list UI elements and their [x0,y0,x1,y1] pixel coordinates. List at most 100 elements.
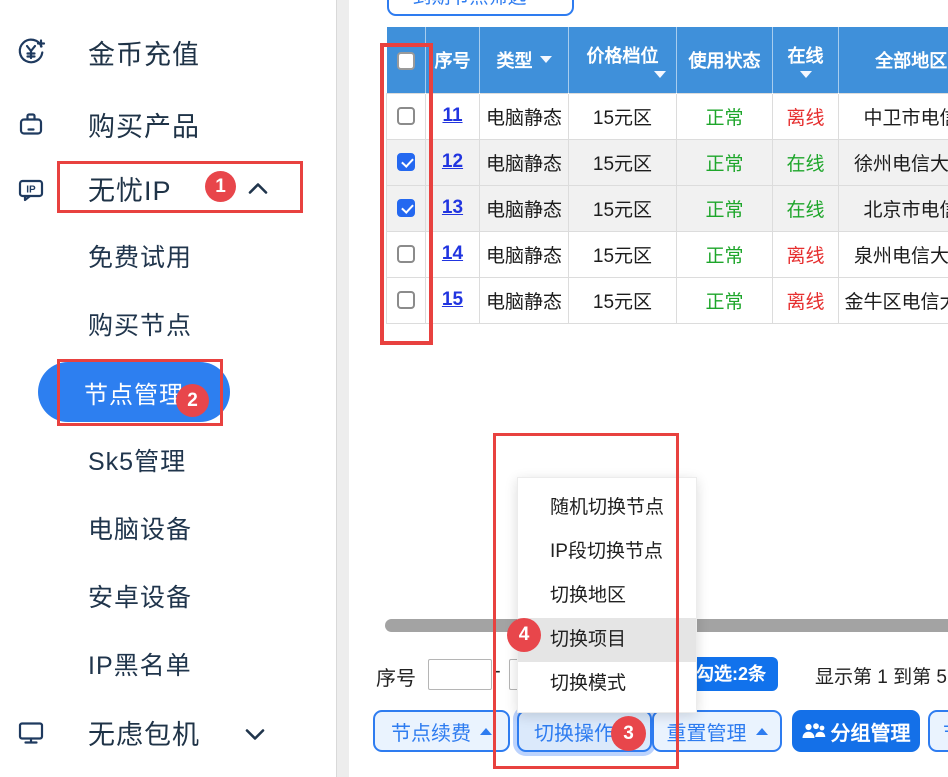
col-header-type[interactable]: 类型 [480,27,569,93]
annotation-badge-3: 3 [611,716,646,751]
expiring-node-filter-label: 到期节点筛选 [412,0,526,9]
menu-item-ip-range-switch[interactable]: IP段切换节点 [518,530,696,574]
node-id-link[interactable]: 12 [442,151,463,172]
app-window: 金币充值 购买产品 IP 无忧IP 免费试用 购买节点 [0,0,948,777]
sidebar-item-label: 无虑包机 [88,713,200,752]
group-management-button[interactable]: 分组管理 [792,710,920,752]
col-header-region[interactable]: 全部地区 [839,27,948,93]
col-header-online[interactable]: 在线 [773,27,839,93]
sidebar-item-pc-devices[interactable]: 电脑设备 [0,503,336,553]
sidebar-item-label: IP黑名单 [88,646,192,682]
sidebar-item-free-trial[interactable]: 免费试用 [0,231,336,281]
type-cell: 电脑静态 [480,231,569,277]
select-all-checkbox[interactable] [397,52,415,70]
table-row: 15 电脑静态 15元区 正常 离线 金牛区电信大厦 [387,277,948,323]
row-checkbox[interactable] [397,107,415,125]
monitor-icon [16,717,46,747]
sidebar-edge-strip [336,0,349,777]
sidebar-item-label: 金币充值 [88,33,200,72]
menu-item-switch-project[interactable]: 切换项目 [518,618,696,662]
annotation-badge-2: 2 [176,384,209,417]
caret-up-icon [756,728,768,735]
caret-up-icon [480,728,492,735]
status-cell: 正常 [677,231,773,277]
online-cell: 在线 [773,139,839,185]
sidebar-item-recharge[interactable]: 金币充值 [0,24,336,80]
price-cell: 15元区 [569,231,677,277]
sidebar-item-buy-nodes[interactable]: 购买节点 [0,299,336,349]
node-table: 序号 类型 价格档位 使用状态 在线 全部地区 11 电脑静态 15元区 正常 … [386,27,948,324]
svg-text:IP: IP [26,185,36,196]
row-checkbox[interactable] [397,199,415,217]
online-cell: 在线 [773,185,839,231]
expiring-node-filter-button[interactable]: 到期节点筛选 [387,0,574,16]
region-cell: 泉州电信大厦 [839,231,948,277]
price-cell: 15元区 [569,185,677,231]
table-row: 14 电脑静态 15元区 正常 离线 泉州电信大厦 [387,231,948,277]
serial-range-label: 序号 [376,662,416,691]
select-all-cell [387,27,426,93]
status-cell: 正常 [677,185,773,231]
sidebar-item-label: Sk5管理 [88,442,186,478]
sidebar-item-label: 无忧IP [88,169,172,208]
type-cell: 电脑静态 [480,185,569,231]
sidebar-item-sk5[interactable]: Sk5管理 [0,435,336,485]
annotation-badge-4: 4 [507,618,541,652]
sidebar: 金币充值 购买产品 IP 无忧IP 免费试用 购买节点 [0,0,336,777]
sidebar-item-label: 购买产品 [88,105,200,144]
chevron-down-icon [245,728,265,741]
ip-tag-icon: IP [16,173,46,203]
col-header-status: 使用状态 [677,27,773,93]
sidebar-item-ip-blacklist[interactable]: IP黑名单 [0,639,336,689]
menu-item-random-switch[interactable]: 随机切换节点 [518,486,696,530]
col-header-serial: 序号 [426,27,480,93]
annotation-badge-1: 1 [205,171,236,202]
table-row: 13 电脑静态 15元区 正常 在线 北京市电信 [387,185,948,231]
node-id-link[interactable]: 14 [442,243,463,264]
sort-caret-icon [654,71,666,78]
sidebar-item-label: 免费试用 [88,238,192,274]
row-checkbox[interactable] [397,153,415,171]
partial-clipped-button[interactable]: 节点 [928,710,948,752]
pagination-text: 显示第 1 到第 5 [815,662,947,689]
node-id-link[interactable]: 15 [442,289,463,310]
serial-range-start-input[interactable] [428,659,492,690]
type-cell: 电脑静态 [480,139,569,185]
sidebar-item-android-devices[interactable]: 安卓设备 [0,571,336,621]
people-group-icon [802,722,826,740]
sidebar-item-label: 购买节点 [88,306,192,342]
chevron-up-icon [248,182,268,195]
type-cell: 电脑静态 [480,277,569,323]
coin-recharge-icon [16,37,46,67]
online-cell: 离线 [773,93,839,139]
price-cell: 15元区 [569,139,677,185]
briefcase-icon [16,109,46,139]
sidebar-item-worryfree-ip[interactable]: IP 无忧IP [0,160,336,216]
table-row: 12 电脑静态 15元区 正常 在线 徐州电信大厦 [387,139,948,185]
region-cell: 中卫市电信 [839,93,948,139]
status-cell: 正常 [677,277,773,323]
price-cell: 15元区 [569,277,677,323]
region-cell: 金牛区电信大厦 [839,277,948,323]
node-id-link[interactable]: 13 [442,197,463,218]
type-cell: 电脑静态 [480,93,569,139]
menu-item-switch-mode[interactable]: 切换模式 [518,662,696,706]
row-checkbox[interactable] [397,245,415,263]
menu-item-switch-region[interactable]: 切换地区 [518,574,696,618]
col-header-price[interactable]: 价格档位 [569,27,677,93]
sidebar-item-charter[interactable]: 无虑包机 [0,704,336,760]
online-cell: 离线 [773,231,839,277]
table-header-row: 序号 类型 价格档位 使用状态 在线 全部地区 [387,27,948,93]
node-id-link[interactable]: 11 [442,105,462,126]
sort-caret-icon [540,56,552,63]
reset-management-button[interactable]: 重置管理 [652,710,782,752]
node-renew-button[interactable]: 节点续费 [373,710,510,752]
price-cell: 15元区 [569,93,677,139]
region-cell: 北京市电信 [839,185,948,231]
row-checkbox[interactable] [397,291,415,309]
sidebar-item-buy-products[interactable]: 购买产品 [0,96,336,152]
online-cell: 离线 [773,277,839,323]
sidebar-item-label: 电脑设备 [88,510,192,546]
range-dash: - [494,660,501,683]
status-cell: 正常 [677,139,773,185]
